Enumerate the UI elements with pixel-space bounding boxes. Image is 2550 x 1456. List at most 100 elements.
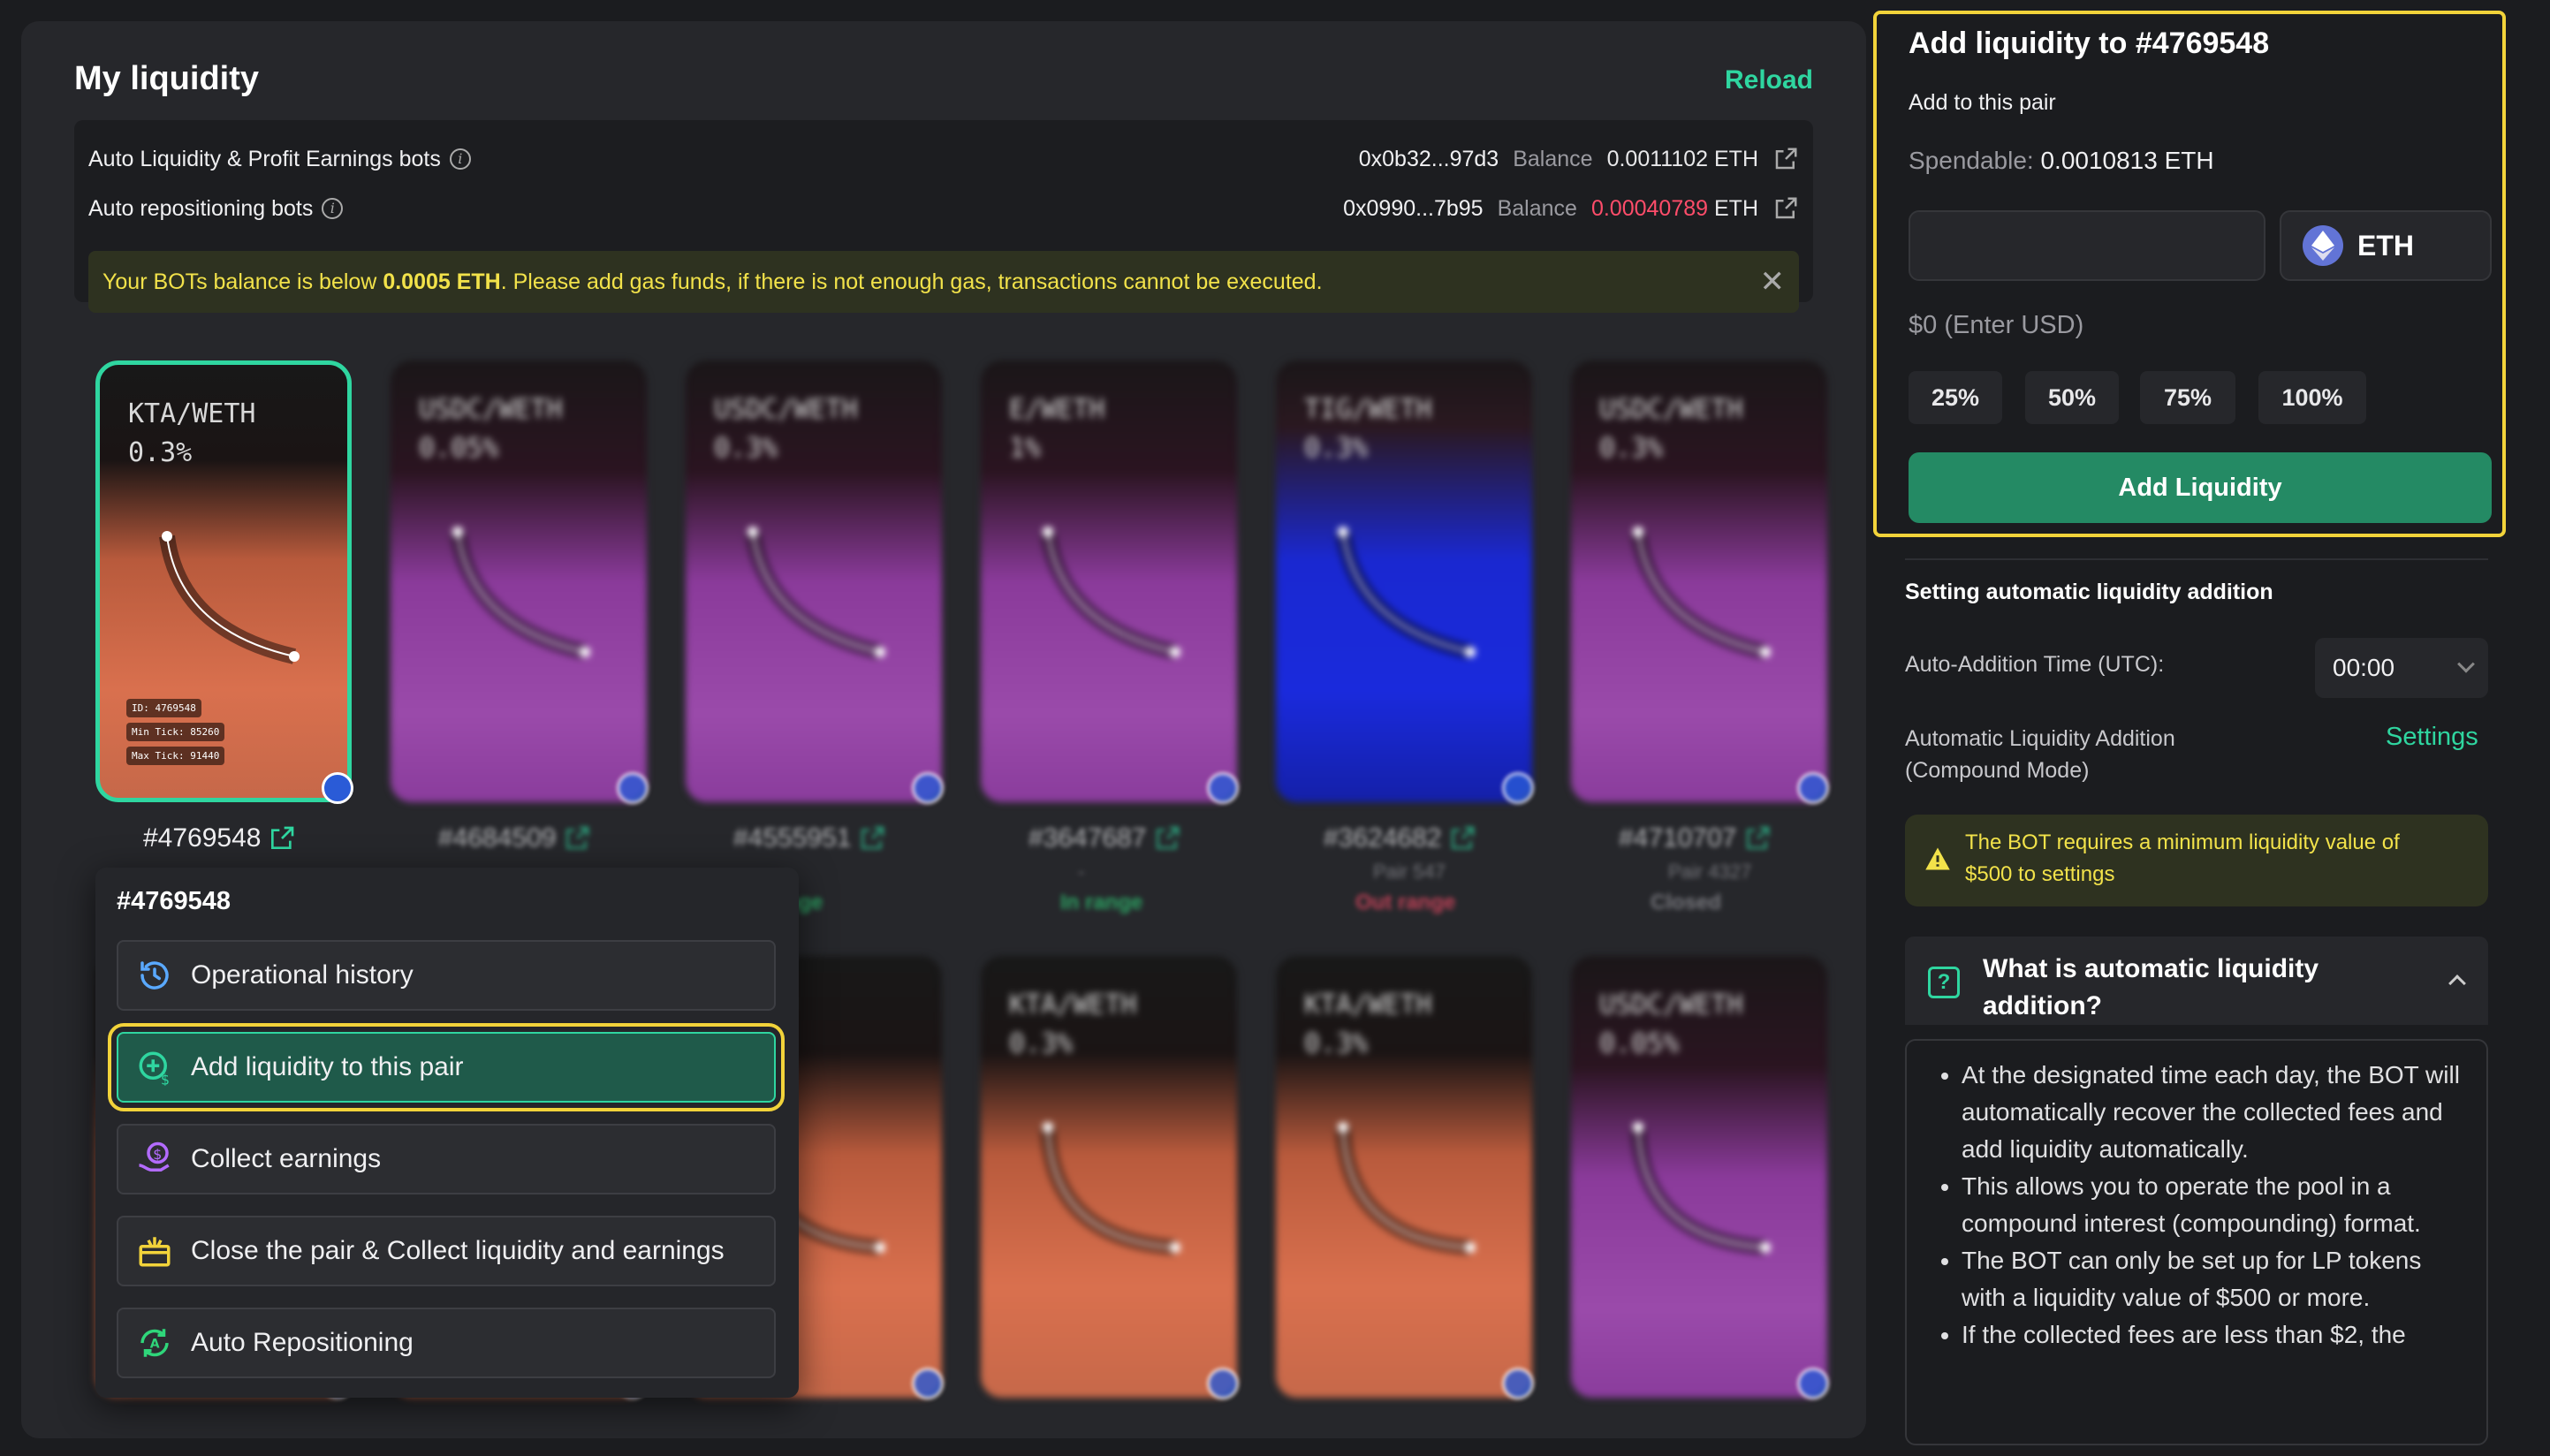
position-card[interactable]: USDC/WETH 0.05% — [391, 360, 647, 802]
amount-input[interactable] — [1909, 210, 2265, 281]
external-link-icon[interactable] — [1743, 824, 1772, 853]
faq-item: This allows you to operate the pool in a… — [1962, 1168, 2469, 1242]
card-tick-line: Max Tick: 91440 — [126, 747, 225, 765]
card-curve — [745, 527, 885, 660]
info-icon[interactable]: i — [449, 148, 471, 170]
compound-label-line: (Compound Mode) — [1905, 758, 2090, 783]
low-balance-warning: Your BOTs balance is below 0.0005 ETH. P… — [88, 251, 1799, 313]
card-curve — [1335, 1122, 1476, 1255]
card-id[interactable]: #4769548 — [143, 823, 296, 853]
chevron-up-icon — [2448, 974, 2466, 992]
svg-text:$: $ — [161, 1071, 170, 1086]
menu-item-label: Operational history — [191, 960, 414, 990]
remove-icon[interactable] — [1502, 1368, 1534, 1399]
card-pair-number: Pair 547 — [1373, 861, 1446, 883]
card-curve — [1630, 1122, 1771, 1255]
warning-line: $500 to settings — [1965, 862, 2115, 886]
card-status: Closed — [1651, 891, 1722, 914]
token-label: ETH — [2357, 229, 2414, 262]
auto-time-label: Auto-Addition Time (UTC): — [1905, 652, 2165, 677]
settings-link[interactable]: Settings — [2386, 723, 2478, 752]
token-select[interactable]: ETH — [2280, 210, 2492, 281]
percent-50-button[interactable]: 50% — [2025, 371, 2119, 424]
svg-text:A: A — [150, 1337, 160, 1351]
add-liquidity-button[interactable]: $ Add liquidity to this pair — [108, 1023, 785, 1111]
remove-icon[interactable] — [1797, 1368, 1829, 1399]
info-icon[interactable]: i — [322, 198, 344, 219]
position-card[interactable]: KTA/WETH 0.3% — [981, 956, 1237, 1398]
reload-button[interactable]: Reload — [1725, 65, 1813, 95]
remove-icon[interactable] — [617, 772, 649, 804]
warning-text-end: . Please add gas funds, if there is not … — [500, 269, 1323, 294]
add-liquidity-icon: $ — [139, 1051, 170, 1086]
percent-75-button[interactable]: 75% — [2140, 371, 2235, 424]
bot-row: Auto Liquidity & Profit Earnings bots i … — [88, 141, 1799, 177]
eth-icon — [2303, 225, 2343, 266]
menu-item-label: Auto Repositioning — [191, 1328, 414, 1357]
auto-repositioning-button[interactable]: A Auto Repositioning — [117, 1308, 776, 1378]
card-curve — [450, 527, 590, 660]
position-card[interactable]: USDC/WETH 0.3% — [686, 360, 942, 802]
remove-icon[interactable] — [1207, 1368, 1239, 1399]
remove-icon[interactable] — [1797, 772, 1829, 804]
spendable-label: Spendable: — [1909, 147, 2034, 174]
external-link-icon[interactable] — [563, 824, 591, 853]
operational-history-button[interactable]: Operational history — [117, 940, 776, 1011]
remove-icon[interactable] — [912, 772, 944, 804]
percent-25-button[interactable]: 25% — [1909, 371, 2002, 424]
position-action-menu: #4769548 Operational history $ Add liqui… — [95, 868, 799, 1398]
close-icon[interactable]: ✕ — [1760, 264, 1786, 300]
card-pair-number: Pair 4327 — [1668, 861, 1752, 883]
remove-icon[interactable] — [912, 1368, 944, 1399]
spendable-value: 0.0010813 ETH — [2040, 147, 2214, 174]
faq-toggle[interactable]: ? What is automatic liquidity addition? — [1905, 937, 2488, 1025]
external-link-icon[interactable] — [1448, 824, 1476, 853]
remove-icon[interactable] — [1207, 772, 1239, 804]
card-id-text: #4710707 — [1619, 823, 1737, 853]
position-card[interactable]: TIG/WETH 0.3% — [1276, 360, 1532, 802]
card-id-text: #4555951 — [733, 823, 852, 853]
collect-earnings-button[interactable]: $ Collect earnings — [117, 1124, 776, 1194]
auto-time-select[interactable]: 00:00 — [2315, 638, 2488, 698]
card-status: Out range — [1355, 891, 1456, 914]
bot-balance-unit: ETH — [1714, 146, 1758, 171]
warning-amount: 0.0005 ETH — [383, 269, 501, 294]
external-link-icon[interactable] — [1772, 146, 1799, 172]
remove-icon[interactable] — [1502, 772, 1534, 804]
card-id-text: #3647687 — [1028, 823, 1147, 853]
faq-item: The BOT can only be set up for LP tokens… — [1962, 1242, 2469, 1316]
divider — [1905, 558, 2488, 560]
card-id[interactable]: #3647687 — [1028, 823, 1181, 853]
position-card[interactable]: E/WETH 1% — [981, 360, 1237, 802]
external-link-icon[interactable] — [268, 824, 296, 853]
position-card[interactable]: USDC/WETH 0.05% — [1571, 956, 1827, 1398]
position-card[interactable]: KTA/WETH 0.3% — [1276, 956, 1532, 1398]
menu-title: #4769548 — [117, 887, 231, 915]
bot-balance-unit: ETH — [1714, 195, 1758, 221]
card-id-text: #4684509 — [438, 823, 557, 853]
position-card[interactable]: KTA/WETH 0.3% ID: 4769548 Min Tick: 85260 Ma… — [95, 360, 352, 802]
position-card[interactable]: USDC/WETH 0.3% — [1571, 360, 1827, 802]
add-liquidity-form: Add liquidity to #4769548 Add to this pa… — [1873, 11, 2506, 537]
card-curve — [1335, 527, 1476, 660]
remove-icon[interactable] — [322, 772, 353, 804]
percent-100-button[interactable]: 100% — [2258, 371, 2366, 424]
external-link-icon[interactable] — [858, 824, 886, 853]
card-id[interactable]: #4555951 — [733, 823, 886, 853]
close-pair-button[interactable]: Close the pair & Collect liquidity and e… — [117, 1216, 776, 1286]
bot-address: 0x0b32...97d3 — [1358, 146, 1499, 171]
menu-item-label: Close the pair & Collect liquidity and e… — [191, 1236, 725, 1265]
faq-title: What is automatic liquidity addition? — [1983, 954, 2319, 1020]
card-tick-line: ID: 4769548 — [126, 699, 201, 717]
external-link-icon[interactable] — [1772, 195, 1799, 222]
bots-summary: Auto Liquidity & Profit Earnings bots i … — [74, 120, 1813, 313]
faq-item: At the designated time each day, the BOT… — [1962, 1057, 2469, 1168]
external-link-icon[interactable] — [1153, 824, 1181, 853]
bot-balance: 0.0011102 — [1606, 146, 1709, 171]
bot-row: Auto repositioning bots i 0x0990...7b95 … — [88, 191, 1799, 226]
card-id[interactable]: #4710707 — [1619, 823, 1772, 853]
card-id[interactable]: #4684509 — [438, 823, 591, 853]
card-id[interactable]: #3624682 — [1324, 823, 1476, 853]
history-icon — [140, 961, 169, 990]
add-liquidity-submit-button[interactable]: Add Liquidity — [1909, 452, 2492, 523]
